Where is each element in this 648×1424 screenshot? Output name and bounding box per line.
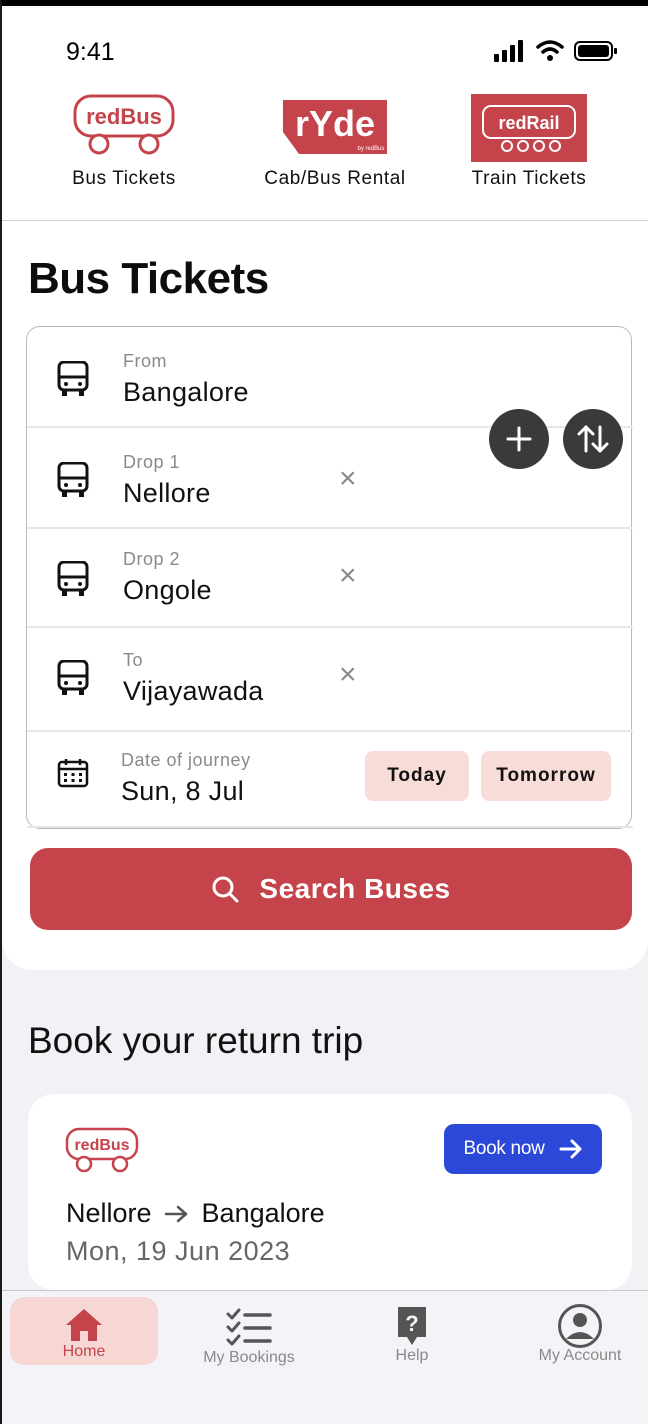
page-title: Bus Tickets: [28, 254, 269, 303]
svg-text:?: ?: [405, 1311, 418, 1336]
to-field[interactable]: To Vijayawada ×: [27, 628, 633, 732]
tomorrow-chip[interactable]: Tomorrow: [481, 751, 611, 801]
from-value: Bangalore: [123, 377, 249, 407]
drop2-field[interactable]: Drop 2 Ongole ×: [27, 529, 633, 628]
ryde-logo-text: rYde: [295, 103, 375, 144]
signal-icon: [494, 40, 523, 62]
brand-label-cab-bus-rental: Cab/Bus Rental: [264, 168, 406, 189]
redrail-logo-icon: redRail: [471, 94, 587, 162]
return-trip-title: Book your return trip: [28, 1020, 364, 1061]
book-now-label: Book now: [463, 1138, 545, 1159]
nav-home-label: Home: [62, 1343, 106, 1360]
battery-icon: [574, 41, 617, 61]
brand-label-train-tickets: Train Tickets: [471, 168, 587, 189]
book-now-button[interactable]: Book now: [444, 1124, 602, 1174]
swap-button[interactable]: [563, 409, 623, 469]
from-field[interactable]: From Bangalore: [27, 327, 633, 428]
to-value: Vijayawada: [123, 676, 264, 706]
account-icon: [558, 1304, 602, 1348]
brand-train-tickets[interactable]: redRail Train Tickets: [458, 92, 600, 190]
bus-icon: [57, 660, 89, 695]
bus-icon: [57, 361, 89, 396]
from-label: From: [123, 351, 167, 371]
status-icons: [494, 40, 618, 62]
calendar-icon: [57, 759, 89, 788]
clear-drop2-icon[interactable]: ×: [339, 561, 357, 591]
nav-my-account-label: My Account: [538, 1347, 622, 1364]
nav-my-bookings-label: My Bookings: [203, 1349, 295, 1366]
brand-switcher: redBus Bus Tickets rYde by redBus Cab/Bu…: [2, 92, 648, 212]
clear-to-icon[interactable]: ×: [339, 660, 357, 690]
home-icon: [66, 1309, 102, 1341]
today-chip[interactable]: Today: [365, 751, 469, 801]
route-from: Nellore: [66, 1198, 152, 1228]
route-to: Bangalore: [201, 1198, 325, 1228]
journey-form: From Bangalore Drop 1 Nellore × Drop 2 O…: [26, 326, 633, 829]
bottom-nav: Home My Bookings ? Help My Account: [2, 1290, 648, 1424]
status-time: 9:41: [66, 38, 115, 66]
plus-icon: [506, 426, 532, 452]
clear-drop1-icon[interactable]: ×: [339, 464, 357, 494]
redbus-logo-icon: redBus: [65, 1127, 139, 1173]
brand-cab-bus-rental[interactable]: rYde by redBus Cab/Bus Rental: [250, 92, 420, 190]
search-icon: [212, 876, 239, 903]
nav-my-bookings[interactable]: My Bookings: [188, 1297, 310, 1366]
brand-bus-tickets[interactable]: redBus Bus Tickets: [54, 92, 194, 190]
date-label: Date of journey: [121, 750, 251, 770]
help-icon: ?: [398, 1307, 426, 1345]
ryde-logo-icon: rYde by redBus: [283, 100, 387, 154]
arrow-right-icon: [164, 1205, 187, 1222]
wifi-icon: [536, 40, 564, 61]
nav-home[interactable]: Home: [10, 1297, 158, 1365]
brand-label-bus-tickets: Bus Tickets: [72, 168, 176, 189]
divider: [2, 220, 648, 221]
date-value: Sun, 8 Jul: [121, 776, 245, 806]
return-date: Mon, 19 Jun 2023: [66, 1236, 291, 1266]
nav-help[interactable]: ? Help: [364, 1297, 460, 1365]
drop1-value: Nellore: [123, 478, 211, 508]
nav-my-account[interactable]: My Account: [520, 1297, 640, 1365]
nav-help-label: Help: [395, 1347, 429, 1364]
to-label: To: [123, 650, 144, 670]
bus-icon: [57, 462, 89, 497]
drop1-label: Drop 1: [123, 452, 181, 472]
drop2-label: Drop 2: [123, 549, 181, 569]
redbus-logo-text: redBus: [86, 104, 162, 129]
drop2-value: Ongole: [123, 575, 212, 605]
search-buses-button[interactable]: Search Buses: [30, 848, 632, 930]
swap-icon: [577, 425, 609, 453]
search-buses-label: Search Buses: [259, 873, 451, 904]
return-trip-card[interactable]: redBus Book now Nellore Bangalore Mon, 1…: [28, 1094, 632, 1290]
add-stop-button[interactable]: [489, 409, 549, 469]
checklist-icon: [226, 1308, 272, 1346]
redbus-logo-icon: redBus: [73, 94, 175, 155]
ryde-sub-text: by redBus: [357, 146, 384, 152]
redrail-logo-text: redRail: [498, 113, 559, 133]
return-route: Nellore Bangalore: [66, 1198, 325, 1229]
bus-icon: [57, 561, 89, 596]
arrow-right-icon: [559, 1139, 582, 1159]
return-logo-text: redBus: [74, 1137, 129, 1154]
